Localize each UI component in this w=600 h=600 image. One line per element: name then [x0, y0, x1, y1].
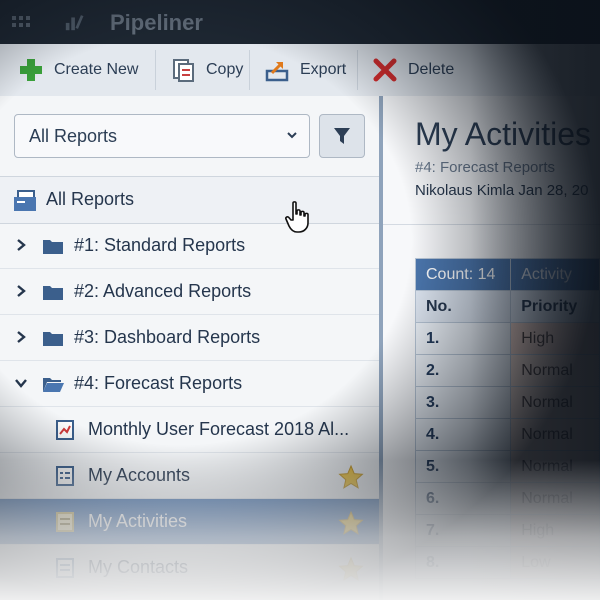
- export-label: Export: [300, 61, 347, 78]
- tree-folder-standard[interactable]: #1: Standard Reports: [0, 223, 380, 269]
- priority-cell: Normal: [510, 386, 600, 419]
- report-filter-select[interactable]: All Reports: [14, 114, 310, 158]
- report-label: My Activities: [88, 511, 188, 531]
- priority-cell: Normal: [510, 354, 600, 387]
- copy-icon: [173, 59, 194, 82]
- filter-button[interactable]: [319, 114, 365, 158]
- row-number: 2.: [414, 354, 512, 387]
- copy-button[interactable]: Copy: [160, 50, 250, 90]
- chart-report-icon: [56, 420, 74, 440]
- priority-cell: High: [510, 322, 600, 355]
- delete-button[interactable]: Delete: [362, 50, 466, 90]
- create-new-button[interactable]: Create New: [8, 50, 156, 90]
- priority-cell: Normal: [510, 450, 600, 483]
- table-row[interactable]: 2. Normal: [414, 354, 600, 387]
- app-window: Pipeliner Create New Copy Export Delete …: [0, 0, 600, 600]
- title-bar: Pipeliner: [0, 0, 600, 44]
- export-icon: [265, 62, 289, 82]
- row-number: 1.: [414, 322, 512, 355]
- toolbar: Create New Copy Export Delete: [0, 44, 600, 97]
- row-number: 3.: [414, 386, 512, 419]
- reports-sidebar: All Reports All Reports #1: Standard Rep…: [0, 96, 380, 600]
- tree-folder-forecast[interactable]: #4: Forecast Reports: [0, 361, 380, 407]
- priority-cell: Low: [510, 546, 600, 579]
- filter-funnel-icon: [334, 128, 350, 144]
- copy-label: Copy: [206, 61, 244, 78]
- chevron-down-icon: [287, 132, 297, 139]
- row-number: 8.: [414, 546, 512, 579]
- report-label: My Contacts: [88, 557, 189, 577]
- list-report-icon: [56, 466, 74, 486]
- export-button[interactable]: Export: [254, 50, 358, 90]
- row-number: 7.: [414, 514, 512, 547]
- report-item-my-contacts[interactable]: My Contacts: [0, 545, 380, 591]
- report-item-my-activities[interactable]: My Activities: [0, 499, 380, 545]
- folder-label: #1: Standard Reports: [74, 235, 246, 255]
- chevron-right-icon[interactable]: [14, 330, 28, 344]
- list-report-icon: [56, 512, 74, 532]
- priority-cell: Normal: [510, 482, 600, 515]
- report-label: My Accounts: [88, 465, 191, 485]
- table-row[interactable]: 3. Normal: [414, 386, 600, 419]
- pipeliner-logo-icon: [65, 15, 84, 31]
- folder-label: #4: Forecast Reports: [74, 373, 243, 393]
- table-header-row: Count: 14 Activity: [414, 258, 600, 291]
- star-favorite-icon[interactable]: [338, 464, 364, 490]
- app-title: Pipeliner: [110, 10, 203, 35]
- column-no-header[interactable]: No.: [414, 290, 512, 323]
- delete-label: Delete: [408, 61, 455, 78]
- row-number: 6.: [414, 482, 512, 515]
- folder-icon: [43, 286, 63, 300]
- tree-folder-advanced[interactable]: #2: Advanced Reports: [0, 269, 380, 315]
- tree-root-all-reports[interactable]: All Reports: [0, 176, 380, 224]
- priority-cell: High: [510, 514, 600, 547]
- table-row[interactable]: 8. Low: [414, 546, 600, 579]
- plus-icon: [20, 59, 42, 81]
- report-title: My Activities: [415, 116, 592, 152]
- table-row[interactable]: 7. High: [414, 514, 600, 547]
- column-priority-header[interactable]: Priority: [510, 290, 600, 323]
- table-row[interactable]: 4. Normal: [414, 418, 600, 451]
- count-header: Count: 14: [414, 258, 512, 291]
- table-row[interactable]: 1. High: [414, 322, 600, 355]
- chevron-down-icon[interactable]: [14, 376, 28, 390]
- folder-open-icon: [43, 378, 64, 392]
- header-divider: [383, 224, 600, 225]
- hand-pointer-cursor-icon: [285, 201, 309, 233]
- folder-icon: [43, 240, 63, 254]
- create-new-label: Create New: [54, 61, 139, 78]
- folder-label: #2: Advanced Reports: [74, 281, 252, 301]
- report-detail-pane: My Activities #4: Forecast Reports Nikol…: [383, 96, 600, 600]
- chevron-right-icon[interactable]: [14, 238, 28, 252]
- report-filter-value: All Reports: [29, 126, 118, 146]
- row-number: 5.: [414, 450, 512, 483]
- list-report-icon: [56, 558, 74, 578]
- folder-icon: [43, 332, 63, 346]
- table-subheader-row: No. Priority: [414, 290, 600, 323]
- app-menu-icon[interactable]: [12, 16, 30, 28]
- report-table: Count: 14 Activity No. Priority 1. High …: [414, 258, 600, 579]
- priority-cell: Normal: [510, 418, 600, 451]
- star-favorite-icon[interactable]: [338, 556, 364, 582]
- report-label: Monthly User Forecast 2018 Al...: [88, 419, 350, 439]
- chevron-right-icon[interactable]: [14, 284, 28, 298]
- report-item-monthly-forecast[interactable]: Monthly User Forecast 2018 Al...: [0, 407, 380, 453]
- report-item-my-accounts[interactable]: My Accounts: [0, 453, 380, 499]
- reports-stack-icon: [14, 190, 36, 211]
- report-folder-subtitle: #4: Forecast Reports: [415, 159, 556, 176]
- folder-label: #3: Dashboard Reports: [74, 327, 261, 347]
- table-row[interactable]: 6. Normal: [414, 482, 600, 515]
- table-row[interactable]: 5. Normal: [414, 450, 600, 483]
- delete-x-icon: [373, 58, 397, 82]
- tree-root-label: All Reports: [46, 189, 135, 209]
- tree-folder-dashboard[interactable]: #3: Dashboard Reports: [0, 315, 380, 361]
- star-favorite-icon[interactable]: [338, 510, 364, 536]
- row-number: 4.: [414, 418, 512, 451]
- report-author-date: Nikolaus Kimla Jan 28, 20: [415, 182, 589, 199]
- activity-header[interactable]: Activity: [510, 258, 600, 291]
